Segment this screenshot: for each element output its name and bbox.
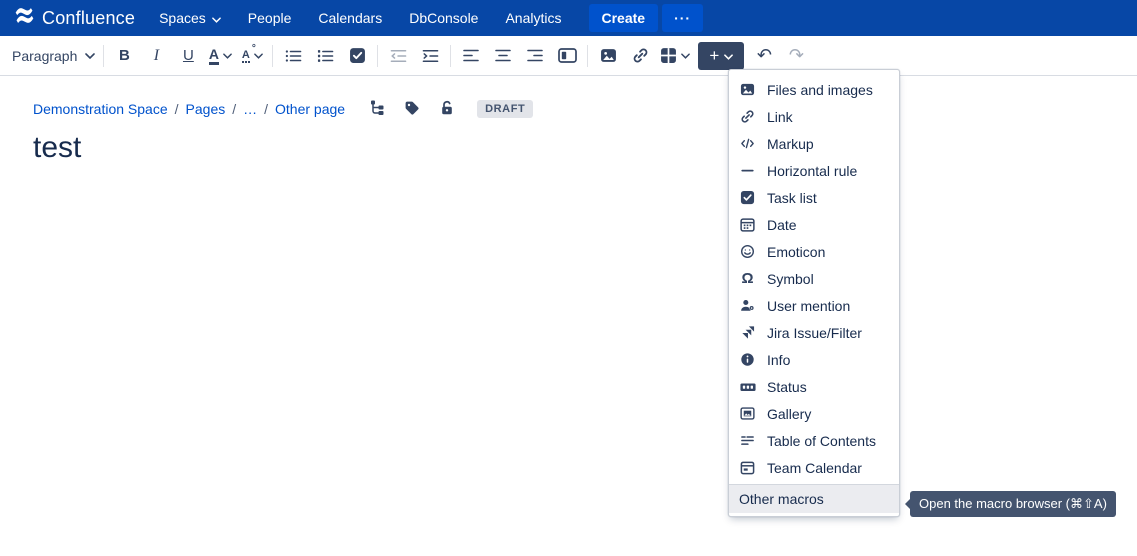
- outdent-button: [386, 41, 410, 71]
- page-tree-icon[interactable]: [369, 99, 385, 119]
- menu-item-emoticon[interactable]: Emoticon: [729, 238, 899, 265]
- insert-image-button[interactable]: [596, 41, 620, 71]
- page-action-icons: [369, 99, 455, 119]
- breadcrumb-parent-page-link[interactable]: Other page: [275, 101, 345, 117]
- menu-item-table-of-contents[interactable]: Table of Contents: [729, 427, 899, 454]
- confluence-editor-window: Confluence Spaces People Calendars DbCon…: [0, 0, 1137, 556]
- date-calendar-icon: [739, 216, 756, 233]
- nav-more-button[interactable]: ···: [662, 4, 703, 32]
- menu-item-info[interactable]: Info: [729, 346, 899, 373]
- page-layout-button[interactable]: [555, 41, 579, 71]
- menu-item-team-calendar[interactable]: Team Calendar: [729, 454, 899, 481]
- menu-item-status[interactable]: Status: [729, 373, 899, 400]
- create-button[interactable]: Create: [589, 4, 659, 32]
- menu-item-files-and-images[interactable]: Files and images: [729, 76, 899, 103]
- menu-item-gallery[interactable]: Gallery: [729, 400, 899, 427]
- text-color-button[interactable]: A: [208, 41, 232, 71]
- nav-item-analytics[interactable]: Analytics: [505, 10, 561, 26]
- breadcrumb: Demonstration Space / Pages / … / Other …: [33, 99, 533, 119]
- emoticon-smiley-icon: [739, 243, 756, 260]
- menu-item-symbol[interactable]: Symbol: [729, 265, 899, 292]
- menu-item-link[interactable]: Link: [729, 103, 899, 130]
- macro-browser-tooltip: Open the macro browser (⌘⇧A): [910, 491, 1116, 517]
- menu-item-user-mention[interactable]: User mention: [729, 292, 899, 319]
- insert-table-button[interactable]: [660, 41, 690, 71]
- breadcrumb-pages-link[interactable]: Pages: [186, 101, 226, 117]
- link-icon: [739, 108, 756, 125]
- chevron-down-icon: [212, 10, 221, 26]
- confluence-logo[interactable]: Confluence: [14, 5, 135, 31]
- insert-content-dropdown-menu: Files and images Link Markup Horizontal …: [728, 69, 900, 517]
- breadcrumb-space-link[interactable]: Demonstration Space: [33, 101, 168, 117]
- editor-toolbar: Paragraph B I U A A: [0, 36, 1137, 76]
- undo-button[interactable]: ↶: [752, 41, 776, 71]
- chevron-down-icon: [85, 53, 95, 59]
- top-navigation-bar: Confluence Spaces People Calendars DbCon…: [0, 0, 1137, 36]
- unlock-icon[interactable]: [439, 100, 455, 119]
- task-list-button[interactable]: [345, 41, 369, 71]
- insert-more-content-button[interactable]: +: [698, 42, 744, 70]
- breadcrumb-separator: /: [175, 101, 179, 117]
- files-and-images-icon: [739, 81, 756, 98]
- menu-item-other-macros[interactable]: Other macros: [729, 485, 899, 513]
- paragraph-style-dropdown[interactable]: Paragraph: [12, 41, 95, 71]
- more-formatting-button[interactable]: A: [240, 41, 264, 71]
- horizontal-rule-icon: [739, 162, 756, 179]
- draft-status-badge: DRAFT: [477, 100, 533, 118]
- align-left-button[interactable]: [459, 41, 483, 71]
- redo-button: ↷: [784, 41, 808, 71]
- underline-button[interactable]: U: [176, 41, 200, 71]
- task-list-icon: [739, 189, 756, 206]
- brand-name: Confluence: [42, 8, 135, 29]
- breadcrumb-separator: /: [232, 101, 236, 117]
- toolbar-separator: [587, 45, 588, 67]
- menu-item-jira-issue-filter[interactable]: Jira Issue/Filter: [729, 319, 899, 346]
- bold-button[interactable]: B: [112, 41, 136, 71]
- nav-item-people[interactable]: People: [248, 10, 292, 26]
- chevron-down-icon: [223, 53, 232, 59]
- chevron-down-icon: [681, 53, 690, 59]
- align-right-button[interactable]: [523, 41, 547, 71]
- bullet-list-button[interactable]: [281, 41, 305, 71]
- breadcrumb-separator: /: [264, 101, 268, 117]
- table-of-contents-icon: [739, 432, 756, 449]
- gallery-icon: [739, 405, 756, 422]
- italic-button[interactable]: I: [144, 41, 168, 71]
- nav-item-dbconsole[interactable]: DbConsole: [409, 10, 478, 26]
- align-center-button[interactable]: [491, 41, 515, 71]
- team-calendar-icon: [739, 459, 756, 476]
- indent-button[interactable]: [418, 41, 442, 71]
- chevron-down-icon: [724, 48, 733, 63]
- menu-item-task-list[interactable]: Task list: [729, 184, 899, 211]
- menu-item-date[interactable]: Date: [729, 211, 899, 238]
- page-title-field[interactable]: test: [33, 131, 81, 165]
- menu-item-markup[interactable]: Markup: [729, 130, 899, 157]
- toolbar-separator: [377, 45, 378, 67]
- menu-item-horizontal-rule[interactable]: Horizontal rule: [729, 157, 899, 184]
- labels-tag-icon[interactable]: [404, 100, 420, 119]
- markup-code-icon: [739, 135, 756, 152]
- status-lozenge-icon: [739, 378, 756, 395]
- jira-logo-icon: [739, 324, 756, 341]
- toolbar-separator: [450, 45, 451, 67]
- user-mention-icon: [739, 297, 756, 314]
- breadcrumb-collapsed-link[interactable]: …: [243, 101, 257, 117]
- info-icon: [739, 351, 756, 368]
- nav-item-calendars[interactable]: Calendars: [318, 10, 382, 26]
- toolbar-separator: [272, 45, 273, 67]
- numbered-list-button[interactable]: [313, 41, 337, 71]
- symbol-omega-icon: [739, 270, 756, 287]
- toolbar-separator: [103, 45, 104, 67]
- confluence-logo-icon: [14, 5, 35, 31]
- insert-link-button[interactable]: [628, 41, 652, 71]
- nav-item-spaces[interactable]: Spaces: [159, 10, 221, 26]
